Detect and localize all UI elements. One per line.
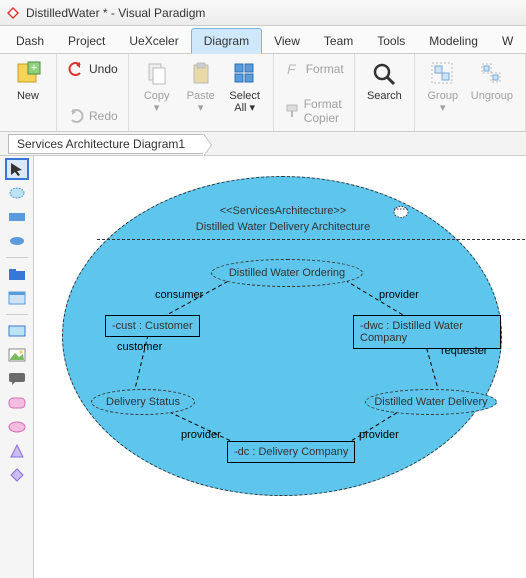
tool-palette: [0, 156, 34, 578]
redo-icon: [67, 107, 85, 125]
role-consumer: consumer: [155, 289, 203, 301]
svg-text:F: F: [287, 61, 297, 77]
search-label: Search: [367, 90, 402, 102]
new-button[interactable]: + New: [6, 58, 50, 104]
menu-project[interactable]: Project: [56, 29, 117, 53]
undo-button[interactable]: Undo: [63, 58, 122, 80]
participant-dc[interactable]: -dc : Delivery Company: [227, 441, 355, 463]
role-provider-2: provider: [181, 429, 221, 441]
undo-label: Undo: [89, 62, 118, 76]
menu-dash[interactable]: Dash: [4, 29, 56, 53]
format-label: Format: [306, 62, 344, 76]
group-label: Group▾: [428, 90, 459, 114]
group-icon: [429, 60, 457, 88]
copy-button[interactable]: Copy▾: [135, 58, 179, 116]
new-icon: +: [14, 60, 42, 88]
contract-status[interactable]: Delivery Status: [91, 389, 195, 415]
palette-ellipse-pink[interactable]: [7, 418, 27, 436]
menu-tools[interactable]: Tools: [365, 29, 417, 53]
breadcrumb-current[interactable]: Services Architecture Diagram1: [8, 134, 204, 154]
search-button[interactable]: Search: [361, 58, 408, 104]
architecture-icon: [393, 205, 409, 219]
new-label: New: [17, 90, 39, 102]
palette-window[interactable]: [7, 289, 27, 307]
palette-rounded[interactable]: [7, 394, 27, 412]
ungroup-button[interactable]: Ungroup: [465, 58, 519, 104]
format-icon: F: [284, 60, 302, 78]
palette-rect-outline[interactable]: [7, 322, 27, 340]
format-copier-label: Format Copier: [304, 97, 344, 125]
undo-icon: [67, 60, 85, 78]
role-provider-1: provider: [379, 289, 419, 301]
menu-uexceler[interactable]: UeXceler: [117, 29, 190, 53]
palette-cursor[interactable]: [7, 160, 27, 178]
palette-ellipse-solid[interactable]: [7, 232, 27, 250]
copy-icon: [143, 60, 171, 88]
select-all-label: Select All ▾: [229, 90, 260, 114]
menu-team[interactable]: Team: [312, 29, 365, 53]
copy-label: Copy▾: [144, 90, 170, 114]
format-button[interactable]: F Format: [280, 58, 348, 80]
palette-diamond[interactable]: [7, 466, 27, 484]
palette-triangle[interactable]: [7, 442, 27, 460]
menu-view[interactable]: View: [262, 29, 312, 53]
group-button[interactable]: Group▾: [421, 58, 465, 116]
palette-callout[interactable]: [7, 370, 27, 388]
menu-modeling[interactable]: Modeling: [417, 29, 490, 53]
redo-button[interactable]: Redo: [63, 105, 122, 127]
ungroup-label: Ungroup: [471, 90, 513, 102]
role-requester: requester: [441, 345, 487, 357]
stereotype-label: <<ServicesArchitecture>>: [63, 205, 503, 217]
diagram-canvas[interactable]: <<ServicesArchitecture>> Distilled Water…: [34, 156, 526, 578]
menu-bar: Dash Project UeXceler Diagram View Team …: [0, 26, 526, 54]
role-customer: customer: [117, 341, 162, 353]
format-copier-icon: [284, 102, 300, 120]
select-all-button[interactable]: Select All ▾: [223, 58, 267, 116]
window-title: DistilledWater * - Visual Paradigm: [26, 6, 205, 20]
contract-delivery[interactable]: Distilled Water Delivery: [365, 389, 497, 415]
svg-text:+: +: [31, 62, 37, 74]
menu-window[interactable]: W: [490, 29, 525, 53]
role-provider-3: provider: [359, 429, 399, 441]
palette-image[interactable]: [7, 346, 27, 364]
select-all-icon: [231, 60, 259, 88]
services-architecture-shape[interactable]: <<ServicesArchitecture>> Distilled Water…: [62, 176, 502, 496]
palette-ellipse-dashed[interactable]: [7, 184, 27, 202]
ribbon: + New Undo Redo Copy▾ Paste▾ Select All …: [0, 54, 526, 132]
paste-label: Paste▾: [187, 90, 215, 114]
paste-button[interactable]: Paste▾: [179, 58, 223, 116]
participant-dwc[interactable]: -dwc : Distilled Water Company: [353, 315, 501, 349]
search-icon: [370, 60, 398, 88]
breadcrumb-bar: Services Architecture Diagram1: [0, 132, 526, 156]
contract-ordering[interactable]: Distilled Water Ordering: [211, 259, 363, 287]
app-logo-icon: [6, 6, 20, 20]
architecture-title: Distilled Water Delivery Architecture: [63, 221, 503, 233]
redo-label: Redo: [89, 109, 118, 123]
menu-diagram[interactable]: Diagram: [191, 28, 262, 54]
paste-icon: [187, 60, 215, 88]
palette-folder[interactable]: [7, 265, 27, 283]
palette-rect-blue[interactable]: [7, 208, 27, 226]
format-copier-button[interactable]: Format Copier: [280, 95, 348, 127]
titlebar: DistilledWater * - Visual Paradigm: [0, 0, 526, 26]
participant-customer[interactable]: -cust : Customer: [105, 315, 200, 337]
ungroup-icon: [478, 60, 506, 88]
